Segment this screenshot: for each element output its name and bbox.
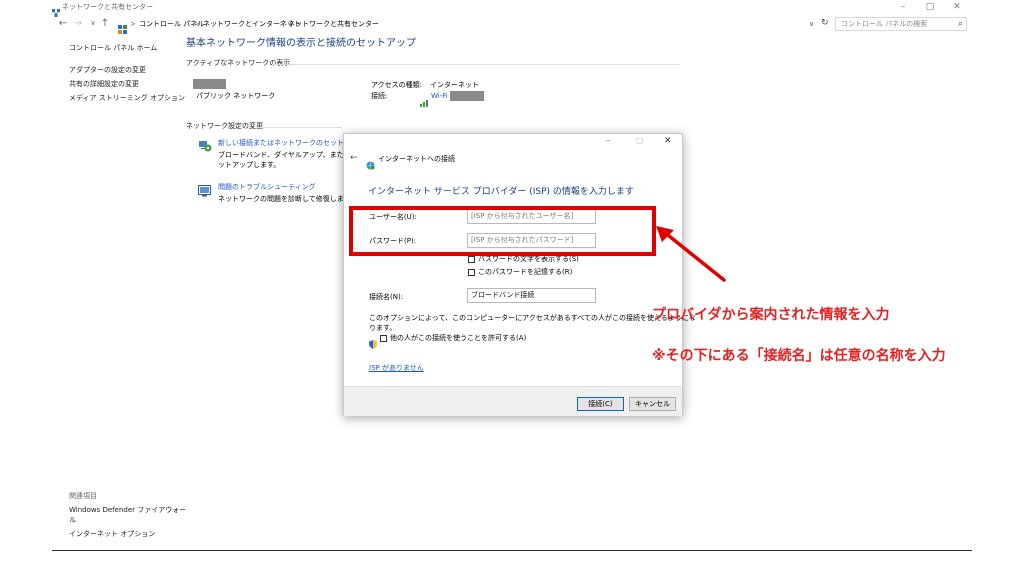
refresh-icon[interactable]: ↻ — [821, 19, 829, 28]
back-arrow-icon[interactable]: ← — [56, 18, 70, 29]
related-heading: 関連項目 — [69, 492, 97, 500]
highlight-box — [349, 206, 656, 256]
address-dropdown-icon[interactable]: ∨ — [809, 20, 814, 29]
wifi-signal-icon — [420, 92, 429, 107]
connection-name-value: ブロードバンド接続 — [471, 291, 535, 299]
connection-name-label: 接続名(N): — [369, 293, 404, 301]
page-title: 基本ネットワーク情報の表示と接続のセットアップ — [186, 38, 416, 49]
access-type-value: インターネット — [430, 81, 479, 89]
connect-button[interactable]: 接続(C) — [577, 397, 624, 411]
dialog-nav-title: インターネットへの接続 — [378, 155, 455, 163]
connect-to-internet-dialog: – □ ✕ ← インターネットへの接続 インターネット サービス プロバイダー … — [343, 133, 696, 416]
title-bar: ネットワークと共有センター – □ ✕ — [0, 0, 1024, 17]
search-placeholder: コントロール パネルの検索 — [841, 20, 928, 28]
maximize-button[interactable]: □ — [917, 1, 943, 13]
no-isp-link[interactable]: ISP がありません — [369, 364, 424, 373]
sidebar-firewall-link[interactable]: Windows Defender ファイアウォー — [69, 506, 186, 515]
forward-arrow-icon[interactable]: → — [71, 18, 85, 29]
redacted-ssid — [450, 91, 484, 101]
search-input[interactable]: コントロール パネルの検索 ⌕ — [835, 17, 967, 31]
sidebar-firewall-link-wrap[interactable]: ル — [69, 516, 76, 525]
sidebar-item-media-streaming[interactable]: メディア ストリーミング オプション — [69, 94, 185, 103]
search-icon[interactable]: ⌕ — [958, 19, 963, 29]
breadcrumb-separator: > — [279, 20, 285, 28]
dialog-heading: インターネット サービス プロバイダー (ISP) の情報を入力します — [368, 187, 634, 197]
sidebar-item-adapter-settings[interactable]: アダプターの設定の変更 — [69, 66, 146, 75]
dialog-close-button[interactable]: ✕ — [664, 136, 672, 146]
troubleshoot-link[interactable]: 問題のトラブルシューティング — [218, 183, 316, 192]
option-description: このオプションによって、このコンピューターにアクセスがあるすべての人がこの接続を… — [369, 314, 696, 322]
network-center-icon — [52, 2, 60, 17]
allow-others-checkbox[interactable] — [380, 335, 387, 342]
new-connection-icon — [198, 138, 212, 152]
close-button[interactable]: ✕ — [944, 1, 970, 13]
wifi-link[interactable]: Wi-Fi — [431, 92, 448, 101]
network-type: パブリック ネットワーク — [196, 92, 276, 100]
show-password-label: パスワードの文字を表示する(S) — [478, 255, 579, 263]
dialog-maximize-button: □ — [636, 136, 644, 145]
window-title: ネットワークと共有センター — [62, 3, 153, 11]
breadcrumb[interactable]: > コントロール パネル > ネットワークとインターネット > ネットワークと共… — [113, 17, 818, 34]
minimize-button[interactable]: – — [890, 1, 916, 13]
breadcrumb-separator: > — [130, 20, 136, 28]
breadcrumb-separator: > — [194, 20, 200, 28]
up-arrow-icon[interactable]: ↑ — [98, 18, 112, 29]
show-password-checkbox[interactable] — [468, 256, 475, 263]
access-type-label: アクセスの種類: — [371, 81, 423, 89]
breadcrumb-sharing-center[interactable]: ネットワークと共有センター — [288, 20, 379, 29]
breadcrumb-network-internet[interactable]: ネットワークとインターネット — [203, 20, 301, 29]
remember-password-checkbox[interactable] — [468, 269, 475, 276]
new-connection-desc2: ットアップします。 — [218, 161, 281, 169]
remember-password-label: このパスワードを記憶する(R) — [478, 268, 573, 276]
dialog-back-icon[interactable]: ← — [350, 153, 358, 163]
annotation-line-1: プロバイダから案内された情報を入力 — [652, 307, 890, 323]
sidebar-home[interactable]: コントロール パネル ホーム — [69, 44, 157, 53]
divider — [272, 64, 680, 65]
dialog-minimize-button[interactable]: – — [606, 136, 611, 146]
annotation-line-2: ※その下にある「接続名」は任意の名称を入力 — [652, 348, 946, 364]
sidebar-item-advanced-sharing[interactable]: 共有の詳細設定の変更 — [69, 80, 139, 89]
allow-others-label: 他の人がこの接続を使うことを許可する(A) — [390, 334, 527, 342]
option-description-2: ります。 — [369, 324, 397, 332]
connection-label: 接続: — [371, 92, 388, 100]
internet-globe-icon — [366, 155, 375, 170]
address-bar: ← → ∨ ↑ > コントロール パネル > ネットワークとインターネット > … — [0, 16, 1024, 34]
control-panel-icon — [118, 19, 127, 34]
divider — [256, 127, 342, 128]
window-bottom-border — [52, 550, 972, 551]
sidebar-internet-options[interactable]: インターネット オプション — [69, 530, 155, 539]
redacted-network-name — [193, 79, 226, 89]
callout-arrow-icon — [656, 226, 726, 282]
connection-name-field[interactable]: ブロードバンド接続 — [467, 288, 596, 303]
cancel-button[interactable]: キャンセル — [629, 397, 676, 411]
change-settings-heading: ネットワーク設定の変更 — [186, 122, 263, 130]
uac-shield-icon — [369, 334, 377, 349]
troubleshoot-icon — [198, 182, 211, 197]
